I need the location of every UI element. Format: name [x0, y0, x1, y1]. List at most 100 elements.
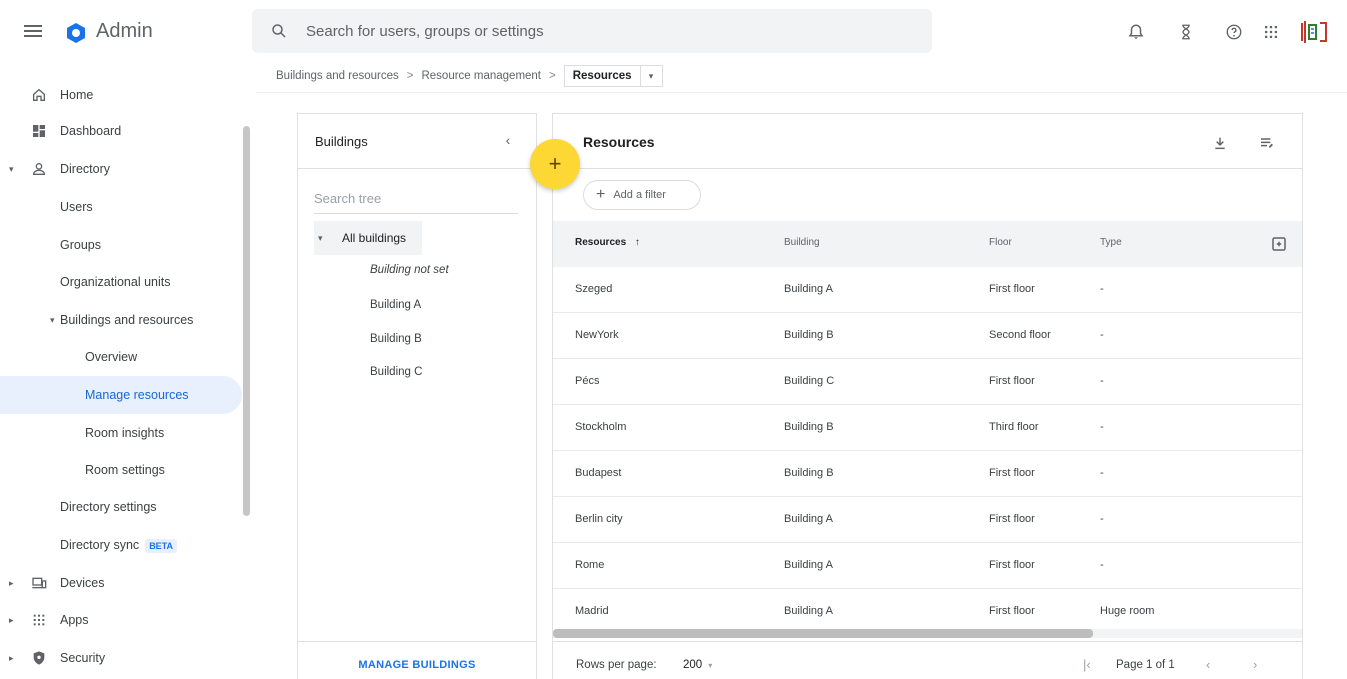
- sidebar-item-directory[interactable]: ▾ Directory: [0, 150, 242, 188]
- breadcrumb-buildings-and-resources[interactable]: Buildings and resources: [276, 70, 399, 82]
- chevron-down-icon[interactable]: ▾: [318, 233, 334, 244]
- sidebar-item-label: Home: [60, 88, 94, 102]
- tree-search-input[interactable]: [314, 184, 518, 214]
- sidebar-item-manage-resources[interactable]: Manage resources: [0, 376, 242, 414]
- table-row[interactable]: Budapest Building B First floor -: [553, 451, 1302, 497]
- search-input[interactable]: [306, 9, 906, 53]
- tree-item-building-a[interactable]: Building A: [370, 299, 421, 311]
- chevron-down-icon[interactable]: ▾: [9, 164, 14, 175]
- column-header-resources[interactable]: Resources ↑: [575, 237, 640, 248]
- sidebar-item-dashboard[interactable]: Dashboard: [0, 112, 242, 150]
- breadcrumb-resource-management[interactable]: Resource management: [421, 70, 541, 82]
- sidebar-item-label: Manage resources: [85, 388, 189, 402]
- table-row[interactable]: Berlin city Building A First floor -: [553, 497, 1302, 543]
- app-title: Admin: [96, 20, 153, 42]
- manage-buildings-button[interactable]: MANAGE BUILDINGS: [298, 659, 536, 671]
- chevron-right-icon[interactable]: ▸: [9, 653, 14, 664]
- home-icon: [30, 86, 48, 104]
- tree-item-building-b[interactable]: Building B: [370, 333, 422, 345]
- rows-per-page-value: 200: [683, 659, 703, 671]
- table-row[interactable]: Szeged Building A First floor -: [553, 267, 1302, 313]
- column-header-floor[interactable]: Floor: [989, 237, 1012, 248]
- table-row[interactable]: Rome Building A First floor -: [553, 543, 1302, 589]
- plus-icon: +: [596, 186, 606, 203]
- cell-building: Building A: [784, 283, 833, 295]
- tree-item-building-c[interactable]: Building C: [370, 366, 422, 378]
- breadcrumb: Buildings and resources > Resource manag…: [276, 64, 663, 88]
- sidebar-item-label: Organizational units: [60, 275, 171, 289]
- sidebar-item-home[interactable]: Home: [0, 76, 242, 114]
- divider: [298, 168, 536, 169]
- sort-ascending-icon[interactable]: ↑: [635, 237, 640, 248]
- tree-item-building-not-set[interactable]: Building not set: [370, 264, 449, 276]
- sidebar-item-security[interactable]: ▸ Security: [0, 639, 242, 677]
- hourglass-icon[interactable]: [1174, 20, 1198, 44]
- table-row[interactable]: Pécs Building C First floor -: [553, 359, 1302, 405]
- column-settings-icon[interactable]: [1270, 235, 1288, 253]
- cell-building: Building B: [784, 467, 834, 479]
- sidebar-item-organizational-units[interactable]: Organizational units: [0, 263, 242, 301]
- buildings-panel-title: Buildings: [315, 134, 368, 149]
- cell-floor: Second floor: [989, 329, 1051, 341]
- sidebar-item-buildings-and-resources[interactable]: ▾ Buildings and resources: [0, 301, 242, 339]
- chevron-down-icon[interactable]: ▾: [708, 661, 712, 670]
- sidebar: Home Dashboard ▾ Directory Users Groups …: [0, 64, 256, 679]
- sidebar-item-label: Room insights: [85, 426, 165, 440]
- cell-floor: First floor: [989, 513, 1035, 525]
- table-row[interactable]: NewYork Building B Second floor -: [553, 313, 1302, 359]
- table-row[interactable]: Stockholm Building B Third floor -: [553, 405, 1302, 451]
- search-bar[interactable]: [252, 9, 932, 53]
- sidebar-item-room-settings[interactable]: Room settings: [0, 451, 242, 489]
- rows-per-page-select[interactable]: 200 ▾: [683, 659, 712, 671]
- cell-building: Building C: [784, 375, 835, 387]
- sidebar-item-apps[interactable]: ▸ Apps: [0, 601, 242, 639]
- cell-floor: First floor: [989, 283, 1035, 295]
- sidebar-item-room-insights[interactable]: Room insights: [0, 414, 242, 452]
- chevron-down-icon[interactable]: ▾: [639, 66, 662, 86]
- chevron-down-icon[interactable]: ▾: [50, 315, 55, 326]
- chevron-left-icon[interactable]: ‹: [498, 132, 518, 152]
- next-page-icon[interactable]: ›: [1253, 657, 1257, 672]
- sidebar-item-devices[interactable]: ▸ Devices: [0, 564, 242, 602]
- sidebar-item-label: Dashboard: [60, 124, 122, 138]
- directory-sync-label: Directory sync: [60, 538, 140, 552]
- chevron-right-icon[interactable]: ▸: [9, 578, 14, 589]
- help-icon[interactable]: [1222, 20, 1246, 44]
- column-header-label: Resources: [575, 237, 627, 248]
- sidebar-item-groups[interactable]: Groups: [0, 226, 242, 264]
- sidebar-scrollbar[interactable]: [243, 126, 250, 516]
- apps-grid-icon[interactable]: [1259, 20, 1283, 44]
- sidebar-item-overview[interactable]: Overview: [0, 338, 242, 376]
- cell-type: -: [1100, 559, 1104, 571]
- breadcrumb-current-select[interactable]: Resources ▾: [563, 65, 663, 87]
- add-filter-button[interactable]: + Add a filter: [583, 180, 701, 210]
- add-resource-button[interactable]: +: [530, 139, 580, 189]
- sidebar-item-label: Buildings and resources: [60, 313, 194, 327]
- main-menu-icon[interactable]: [24, 22, 42, 40]
- horizontal-scrollbar-thumb[interactable]: [553, 629, 1093, 638]
- cell-building: Building A: [784, 559, 833, 571]
- cell-floor: First floor: [989, 375, 1035, 387]
- column-header-building[interactable]: Building: [784, 237, 820, 248]
- sidebar-item-label: Devices: [60, 576, 105, 590]
- cell-floor: First floor: [989, 605, 1035, 617]
- cell-resource: Stockholm: [575, 421, 627, 433]
- resources-panel-title: Resources: [583, 134, 655, 150]
- first-page-icon[interactable]: |‹: [1083, 657, 1091, 672]
- download-icon[interactable]: [1209, 132, 1231, 154]
- sidebar-item-directory-settings[interactable]: Directory settings: [0, 488, 242, 526]
- tree-item-all-buildings[interactable]: ▾ All buildings: [314, 221, 422, 255]
- cell-building: Building B: [784, 421, 834, 433]
- density-icon[interactable]: [1256, 132, 1278, 154]
- chevron-right-icon[interactable]: ▸: [9, 615, 14, 626]
- cell-floor: First floor: [989, 467, 1035, 479]
- divider: [553, 168, 1302, 169]
- bell-icon[interactable]: [1124, 20, 1148, 44]
- column-header-type[interactable]: Type: [1100, 237, 1122, 248]
- account-avatar[interactable]: [1299, 18, 1329, 46]
- previous-page-icon[interactable]: ‹: [1206, 657, 1210, 672]
- beta-badge: BETA: [145, 539, 178, 553]
- rows-per-page-label: Rows per page:: [576, 659, 657, 671]
- sidebar-item-users[interactable]: Users: [0, 188, 242, 226]
- sidebar-item-directory-sync[interactable]: Directory sync BETA: [0, 526, 242, 564]
